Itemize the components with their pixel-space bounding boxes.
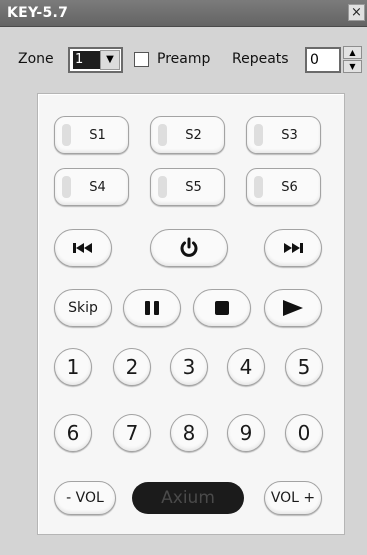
pause-button[interactable] [123, 289, 181, 327]
play-button[interactable] [264, 289, 322, 327]
led-indicator [254, 124, 263, 146]
scene-label: S3 [281, 127, 298, 143]
spin-down-icon[interactable]: ▼ [343, 60, 362, 73]
repeats-input[interactable]: 0 [305, 47, 341, 73]
volume-up-button[interactable]: VOL + [264, 481, 322, 515]
scene-label: S4 [89, 179, 106, 195]
preamp-label: Preamp [157, 51, 211, 67]
stop-button[interactable] [193, 289, 251, 327]
key-7-button[interactable]: 7 [113, 414, 151, 452]
axium-logo: Axium [132, 482, 244, 514]
play-icon [282, 299, 304, 317]
key-8-button[interactable]: 8 [170, 414, 208, 452]
key-4-button[interactable]: 4 [227, 348, 265, 386]
led-indicator [158, 176, 167, 198]
repeats-label: Repeats [232, 51, 289, 67]
key-9-button[interactable]: 9 [227, 414, 265, 452]
previous-button[interactable] [54, 229, 112, 267]
scene-button-s4[interactable]: S4 [54, 168, 129, 206]
key-3-button[interactable]: 3 [170, 348, 208, 386]
volume-down-button[interactable]: - VOL [54, 481, 116, 515]
stop-icon [214, 300, 230, 316]
window-title: KEY-5.7 [7, 5, 69, 21]
led-indicator [62, 176, 71, 198]
preamp-checkbox[interactable] [134, 52, 149, 67]
key-5-button[interactable]: 5 [285, 348, 323, 386]
scene-button-s6[interactable]: S6 [246, 168, 321, 206]
close-button[interactable]: × [348, 4, 365, 21]
led-indicator [62, 124, 71, 146]
key-1-button[interactable]: 1 [54, 348, 92, 386]
power-icon [178, 237, 200, 259]
scene-button-s2[interactable]: S2 [150, 116, 225, 154]
key-2-button[interactable]: 2 [113, 348, 151, 386]
led-indicator [158, 124, 167, 146]
spin-up-icon[interactable]: ▲ [343, 46, 362, 59]
key-6-button[interactable]: 6 [54, 414, 92, 452]
next-button[interactable] [264, 229, 322, 267]
skip-button[interactable]: Skip [54, 289, 112, 327]
scene-label: S6 [281, 179, 298, 195]
zone-label: Zone [18, 51, 54, 67]
key-0-button[interactable]: 0 [285, 414, 323, 452]
zone-select[interactable]: 1 ▼ [68, 47, 123, 73]
scene-button-s5[interactable]: S5 [150, 168, 225, 206]
scene-button-s1[interactable]: S1 [54, 116, 129, 154]
scene-button-s3[interactable]: S3 [246, 116, 321, 154]
scene-label: S5 [185, 179, 202, 195]
toolbar: Zone 1 ▼ Preamp Repeats 0 ▲ ▼ [0, 44, 367, 74]
power-button[interactable] [150, 229, 228, 267]
scene-label: S1 [89, 127, 106, 143]
zone-value: 1 [73, 51, 101, 69]
scene-label: S2 [185, 127, 202, 143]
title-bar: KEY-5.7 × [0, 0, 367, 27]
chevron-down-icon[interactable]: ▼ [100, 50, 120, 70]
previous-icon [73, 242, 93, 254]
led-indicator [254, 176, 263, 198]
pause-icon [144, 300, 160, 316]
next-icon [283, 242, 303, 254]
